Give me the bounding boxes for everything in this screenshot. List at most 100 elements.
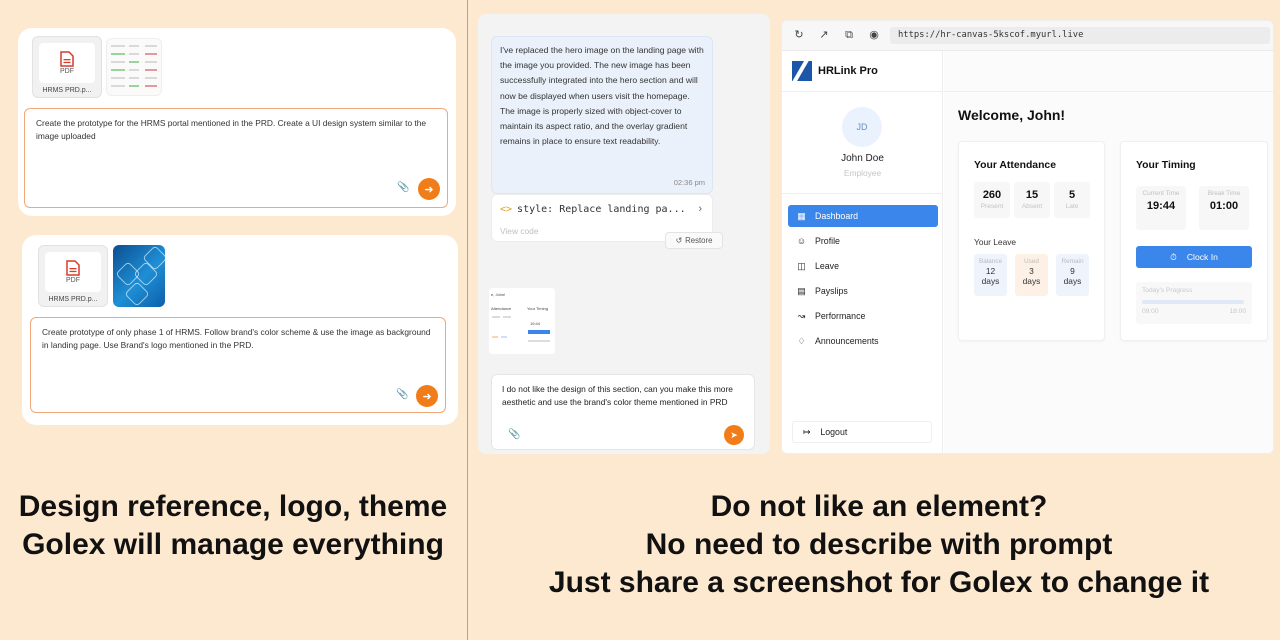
stat-value: 5 — [1068, 189, 1076, 201]
timing-title: Your Timing — [1136, 160, 1196, 171]
mini-attendance: Attendance — [491, 306, 512, 311]
logout-label: Logout — [820, 427, 848, 437]
bell-icon: ♢ — [797, 335, 806, 346]
prompt-card-1: PDF HRMS PRD.p... Create the prototype f… — [18, 28, 456, 216]
leave-value: 12 — [985, 266, 996, 276]
timing-card: Your Timing Current Time 19:44 Break Tim… — [1120, 141, 1268, 341]
logout-icon: ↦ — [803, 426, 811, 437]
header-divider — [944, 91, 1273, 92]
brand-name: HRLink Pro — [818, 65, 878, 77]
nav-item-leave[interactable]: ◫ Leave — [788, 255, 938, 277]
sidebar-divider — [782, 193, 943, 194]
nav-item-performance[interactable]: ↝ Performance — [788, 305, 938, 327]
nav-label: Dashboard — [815, 211, 859, 221]
leave-label: Balance — [978, 258, 1003, 265]
nav-label: Payslips — [815, 286, 848, 296]
restore-button[interactable]: ↺ Restore — [665, 232, 723, 249]
leave-remain: Remain 9 days — [1056, 254, 1089, 296]
send-button[interactable]: ➤ — [724, 425, 744, 445]
code-icon: <> — [500, 204, 513, 215]
progress-end: 18:00 — [1229, 308, 1246, 315]
stat-label: Absent — [1021, 203, 1043, 210]
chat-input-text: I do not like the design of this section… — [502, 384, 733, 407]
leave-label: Used — [1024, 258, 1039, 265]
nav-item-announcements[interactable]: ♢ Announcements — [788, 330, 938, 352]
leave-balance: Balance 12 days — [974, 254, 1007, 296]
screenshot-attachment[interactable]: e, John! Attendance Your Timing 19:44 — [489, 288, 555, 354]
arrow-right-icon: ➜ — [422, 390, 432, 403]
brand-logo — [792, 61, 812, 81]
stat-value: 15 — [1025, 189, 1039, 201]
leave-value: 9 — [1070, 266, 1075, 276]
right-caption-line-1: Do not like an element? — [710, 490, 1048, 523]
paperclip-icon[interactable]: 📎 — [397, 182, 409, 193]
leave-unit: days — [981, 276, 1000, 286]
welcome-heading: Welcome, John! — [958, 107, 1066, 123]
paperclip-icon[interactable]: 📎 — [396, 389, 408, 400]
pdf-attachment[interactable]: PDF HRMS PRD.p... — [38, 245, 108, 307]
current-time-label: Current Time — [1142, 190, 1180, 197]
right-caption-line-2: No need to describe with prompt — [645, 528, 1113, 561]
nav-item-payslips[interactable]: ▤ Payslips — [788, 280, 938, 302]
assistant-message: I've replaced the hero image on the land… — [491, 36, 713, 194]
pdf-icon — [66, 260, 80, 276]
external-link-icon[interactable]: ↗ — [817, 28, 831, 42]
stat-label: Present — [980, 203, 1004, 210]
prompt-input-1[interactable]: Create the prototype for the HRMS portal… — [24, 108, 448, 208]
chat-input[interactable]: I do not like the design of this section… — [491, 374, 755, 450]
leave-label: Remain — [1061, 258, 1084, 265]
code-change-label: <> style: Replace landing pa... — [500, 204, 686, 215]
brand: HRLink Pro — [792, 61, 878, 81]
sidebar-divider — [782, 91, 943, 92]
send-button[interactable]: ➜ — [416, 385, 438, 407]
nav-item-dashboard[interactable]: ▦ Dashboard — [788, 205, 938, 227]
chevron-right-icon[interactable]: › — [698, 203, 702, 215]
stat-label: Late — [1065, 203, 1079, 210]
share-icon[interactable]: ⧉ — [842, 28, 856, 42]
nav-item-profile[interactable]: ☺ Profile — [788, 230, 938, 252]
dashboard-icon: ▦ — [797, 210, 806, 221]
github-icon[interactable]: ◉ — [867, 28, 881, 42]
design-reference-thumbnail[interactable] — [106, 38, 162, 96]
app-preview: ↻ ↗ ⧉ ◉ https://hr-canvas-5kscof.myurl.l… — [781, 20, 1274, 454]
brand-image-thumbnail[interactable] — [113, 245, 165, 307]
leave-value: 3 — [1029, 266, 1034, 276]
paperclip-icon[interactable]: 📎 — [508, 429, 520, 440]
leave-title: Your Leave — [974, 237, 1017, 247]
restore-icon: ↺ — [675, 236, 683, 245]
current-time-box: Current Time 19:44 — [1136, 186, 1186, 230]
pdf-badge: PDF — [66, 277, 80, 284]
pdf-icon — [60, 51, 74, 67]
stat-late: 5 Late — [1054, 182, 1090, 218]
document-icon: ▤ — [797, 285, 806, 296]
avatar: JD — [842, 107, 882, 147]
clock-in-button[interactable]: ⏱ Clock In — [1136, 246, 1252, 268]
preview-toolbar: ↻ ↗ ⧉ ◉ https://hr-canvas-5kscof.myurl.l… — [782, 21, 1273, 51]
chat-panel: I've replaced the hero image on the land… — [478, 14, 770, 454]
progress-label: Today's Progress — [1142, 287, 1193, 294]
assistant-message-text: I've replaced the hero image on the land… — [500, 45, 704, 147]
pdf-badge: PDF — [60, 68, 74, 75]
calendar-icon: ◫ — [797, 260, 806, 271]
progress-bar — [1142, 300, 1244, 304]
left-caption-line-2: Golex will manage everything — [22, 528, 444, 561]
app-sidebar: HRLink Pro JD John Doe Employee ▦ Dashbo… — [782, 51, 943, 453]
message-timestamp: 02:36 pm — [673, 178, 705, 187]
prompt-card-2: PDF HRMS PRD.p... Create prototype of on… — [22, 235, 458, 425]
mini-timing: Your Timing — [527, 306, 548, 311]
mini-welcome: e, John! — [491, 292, 506, 297]
prompt-text: Create prototype of only phase 1 of HRMS… — [42, 327, 431, 350]
break-time-label: Break Time — [1207, 190, 1241, 197]
break-time-box: Break Time 01:00 — [1199, 186, 1249, 230]
logout-button[interactable]: ↦ Logout — [792, 421, 932, 443]
pdf-attachment[interactable]: PDF HRMS PRD.p... — [32, 36, 102, 98]
leave-unit: days — [1022, 276, 1041, 286]
prompt-input-2[interactable]: Create prototype of only phase 1 of HRMS… — [30, 317, 446, 413]
view-code-link[interactable]: View code — [500, 226, 539, 236]
send-button[interactable]: ➜ — [418, 178, 440, 200]
url-bar[interactable]: https://hr-canvas-5kscof.myurl.live — [890, 27, 1270, 44]
stopwatch-icon: ⏱ — [1170, 251, 1177, 262]
restore-label: Restore — [685, 236, 713, 245]
refresh-icon[interactable]: ↻ — [792, 28, 806, 42]
app-main: Welcome, John! Your Attendance 260 Prese… — [944, 51, 1273, 453]
